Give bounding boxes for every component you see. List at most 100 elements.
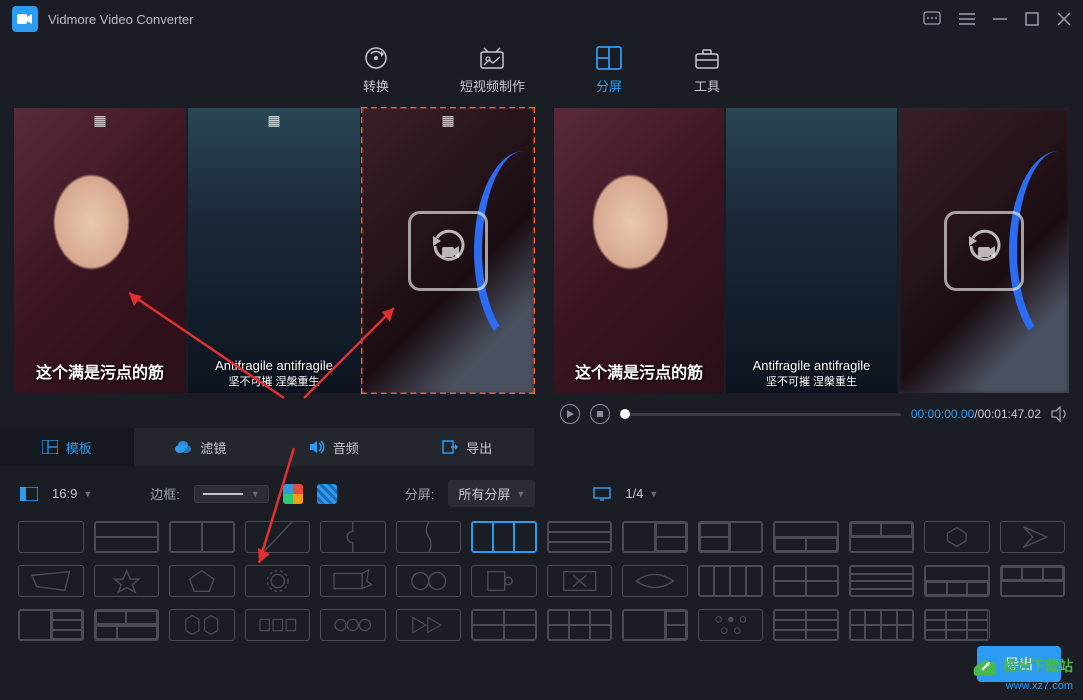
stop-button[interactable] [590, 404, 610, 424]
options-row: 16:9 ▼ 边框: ▼ 分屏: 所有分屏 ▼ 1/4 ▼ [0, 466, 1083, 521]
split-select[interactable]: 所有分屏 ▼ [448, 480, 535, 507]
tpl-ff[interactable] [396, 609, 462, 641]
tpl-4x2[interactable] [849, 609, 915, 641]
tpl-puzzle2[interactable] [471, 565, 537, 597]
preview-cell-2[interactable]: Antifragile antifragile 坚不可摧 涅槃重生 [726, 108, 896, 393]
tpl-gear[interactable] [245, 565, 311, 597]
tpl-dots[interactable] [698, 609, 764, 641]
tpl-diag[interactable] [245, 521, 311, 553]
tpl-2v[interactable] [169, 521, 235, 553]
tabs-row: 模板 滤镜 音频 导出 [0, 428, 534, 466]
tab-export[interactable]: 导出 [401, 428, 535, 466]
tpl-4v[interactable] [698, 565, 764, 597]
template-grid [0, 521, 1083, 641]
page-dropdown[interactable]: 1/4 ▼ [625, 486, 658, 501]
nav-short-video[interactable]: 短视频制作 [460, 46, 525, 108]
tpl-burst[interactable] [320, 565, 386, 597]
tab-label: 导出 [466, 438, 492, 457]
tab-template[interactable]: 模板 [0, 428, 134, 466]
tab-label: 音频 [333, 438, 359, 457]
tpl-1L-2R[interactable] [18, 609, 84, 641]
subtitle-2b: 坚不可摧 涅槃重生 [188, 373, 360, 389]
tpl-3x2[interactable] [547, 609, 613, 641]
tpl-3sq[interactable] [245, 609, 311, 641]
filter-icon [174, 440, 192, 454]
edit-cell-2[interactable]: ▦ Antifragile antifragile 坚不可摧 涅槃重生 [188, 108, 360, 393]
app-title: Vidmore Video Converter [48, 12, 194, 27]
tpl-star[interactable] [94, 565, 160, 597]
tpl-x[interactable] [547, 565, 613, 597]
tpl-L2[interactable] [698, 521, 764, 553]
film-icon: ▦ [267, 112, 280, 129]
tpl-4h[interactable] [849, 565, 915, 597]
film-icon: ▦ [93, 112, 106, 129]
tpl-2h[interactable] [94, 521, 160, 553]
nav-split[interactable]: 分屏 [595, 46, 623, 108]
tpl-trap[interactable] [18, 565, 84, 597]
aspect-value: 16:9 [52, 486, 77, 501]
timeline[interactable] [620, 413, 901, 416]
tpl-2hex[interactable] [169, 609, 235, 641]
watermark-brand: 极光下载站 [1003, 658, 1073, 674]
replay-icon [944, 211, 1024, 291]
tpl-puzzle[interactable] [320, 521, 386, 553]
tpl-3-1[interactable] [1000, 565, 1066, 597]
chevron-down-icon: ▼ [251, 489, 260, 499]
tab-audio[interactable]: 音频 [267, 428, 401, 466]
volume-icon[interactable] [1051, 406, 1069, 422]
border-color-picker[interactable] [283, 484, 303, 504]
tpl-2circles[interactable] [396, 565, 462, 597]
playback-bar: 00:00:00.00/00:01:47.02 [0, 398, 1083, 428]
tpl-2x3[interactable] [773, 609, 839, 641]
edit-cell-3[interactable]: ▦ [362, 108, 534, 393]
tpl-2x2[interactable] [773, 565, 839, 597]
tpl-grid-mix[interactable] [94, 609, 160, 641]
main-nav: 转换 短视频制作 分屏 工具 [0, 38, 1083, 108]
app-logo [12, 6, 38, 32]
minimize-icon[interactable] [993, 12, 1007, 26]
subtitle-p2b: 坚不可摧 涅槃重生 [726, 373, 896, 389]
close-icon[interactable] [1057, 12, 1071, 26]
tpl-3h[interactable] [547, 521, 613, 553]
tpl-eye[interactable] [622, 565, 688, 597]
tpl-1-4[interactable] [622, 609, 688, 641]
time-display: 00:00:00.00/00:01:47.02 [911, 407, 1041, 421]
timeline-playhead[interactable] [620, 409, 630, 419]
chevron-down-icon: ▼ [83, 489, 92, 499]
tpl-3circ[interactable] [320, 609, 386, 641]
tpl-single[interactable] [18, 521, 84, 553]
tpl-1-3[interactable] [924, 565, 990, 597]
tpl-star-r[interactable] [1000, 521, 1066, 553]
tpl-3v[interactable] [471, 521, 537, 553]
tpl-3x3[interactable] [924, 609, 990, 641]
tpl-hex[interactable] [924, 521, 990, 553]
nav-label: 转换 [363, 76, 389, 95]
tpl-T1[interactable] [773, 521, 839, 553]
preview-cell-1[interactable]: 这个满是污点的筋 [554, 108, 724, 393]
nav-convert[interactable]: 转换 [362, 46, 390, 108]
tpl-T2[interactable] [849, 521, 915, 553]
edit-cell-1[interactable]: ▦ 这个满是污点的筋 [14, 108, 186, 393]
nav-tools[interactable]: 工具 [693, 46, 721, 108]
split-label: 分屏: [405, 484, 435, 503]
aspect-dropdown[interactable]: 16:9 ▼ [52, 486, 92, 501]
menu-icon[interactable] [959, 12, 975, 26]
tpl-2x2b[interactable] [471, 609, 537, 641]
preview-cell-3[interactable] [899, 108, 1069, 393]
tpl-wave[interactable] [396, 521, 462, 553]
border-pattern-button[interactable] [317, 484, 337, 504]
monitor-icon [593, 487, 611, 501]
subtitle-2a: Antifragile antifragile [188, 358, 360, 373]
feedback-icon[interactable] [923, 11, 941, 27]
edit-panel: ▦ 这个满是污点的筋 ▦ Antifragile antifragile 坚不可… [14, 108, 534, 393]
tab-filter[interactable]: 滤镜 [134, 428, 268, 466]
tpl-L1[interactable] [622, 521, 688, 553]
film-icon: ▦ [441, 112, 454, 129]
play-button[interactable] [560, 404, 580, 424]
replay-icon[interactable] [408, 211, 488, 291]
tpl-pentagon[interactable] [169, 565, 235, 597]
page-value: 1/4 [625, 486, 643, 501]
border-width-select[interactable]: ▼ [194, 485, 269, 503]
subtitle-p2a: Antifragile antifragile [726, 358, 896, 373]
maximize-icon[interactable] [1025, 12, 1039, 26]
